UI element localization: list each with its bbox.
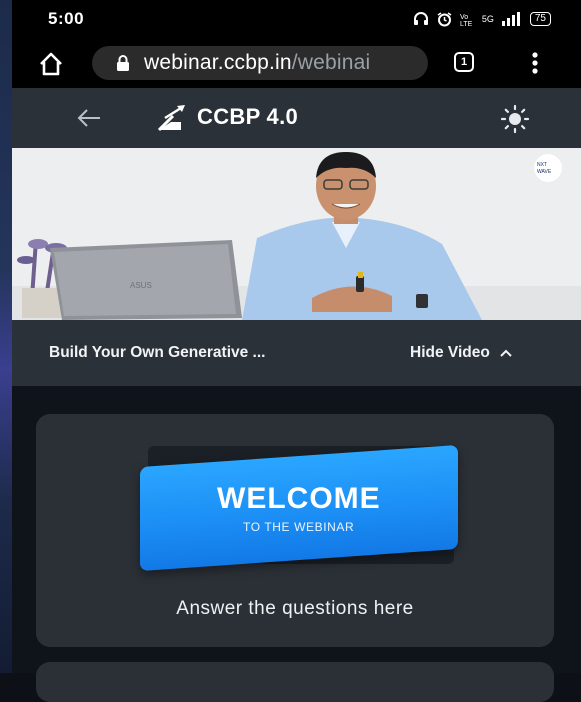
next-card [36,662,554,702]
url-domain: webinar.ccbp.in [144,51,292,74]
url-text: webinar.ccbp.in/webinai [144,51,370,75]
svg-text:WAVE: WAVE [537,169,552,175]
brand-logo: CCBP 4.0 [155,102,298,132]
status-time: 5:00 [48,9,85,28]
nxt-wave-watermark: NXT WAVE [534,154,562,182]
welcome-title: WELCOME [217,482,381,515]
brand-name: CCBP 4.0 [197,104,299,129]
hide-video-label: Hide Video [410,344,490,361]
svg-text:LTE: LTE [460,21,473,26]
hide-video-button[interactable]: Hide Video [410,344,512,362]
lock-icon [117,55,129,71]
status-bar: 5:00 Vo LTE 5G 75 [12,0,581,38]
tab-switcher-button[interactable]: 1 [454,52,474,72]
webinar-title: Build Your Own Generative ... [49,344,266,361]
network-type: 5G [481,14,494,24]
answer-questions-text: Answer the questions here [176,598,414,619]
headphones-icon [413,12,428,25]
svg-text:ASUS: ASUS [130,281,152,290]
welcome-subtitle: TO THE WEBINAR [243,520,355,534]
video-title-bar: Build Your Own Generative ... Hide Video [12,320,581,386]
battery-indicator: 75 [529,12,551,26]
url-bar[interactable]: webinar.ccbp.in/webinai [92,46,428,80]
signal-icon [501,12,520,26]
browser-toolbar: webinar.ccbp.in/webinai 1 [12,38,581,88]
svg-text:Vo: Vo [460,14,468,21]
chevron-up-icon [500,349,512,357]
video-player[interactable]: ASUS NXT WAVE [12,148,581,320]
laptop: ASUS [50,240,242,320]
home-icon[interactable] [38,51,64,77]
alarm-icon [437,11,452,26]
theme-toggle-sun-icon[interactable] [500,104,530,134]
main-content: WELCOME TO THE WEBINAR Answer the questi… [12,386,581,702]
questions-card[interactable]: WELCOME TO THE WEBINAR Answer the questi… [36,414,554,647]
url-path: /webinai [291,51,371,74]
phone-screen: 5:00 Vo LTE 5G 75 webinar.ccbp.in/webina… [12,0,581,702]
video-frame-illustration: ASUS NXT WAVE [12,148,581,320]
status-icons: Vo LTE 5G 75 [413,11,551,27]
more-vert-icon[interactable] [532,52,538,74]
ccbp-logo-icon [157,105,185,132]
volte-icon: Vo LTE [460,14,473,26]
app-header: CCBP 4.0 [12,88,581,148]
background-wallpaper-strip [0,0,12,673]
svg-text:NXT: NXT [537,162,547,168]
back-arrow-icon[interactable] [76,106,102,130]
welcome-banner: WELCOME TO THE WEBINAR [140,444,458,572]
